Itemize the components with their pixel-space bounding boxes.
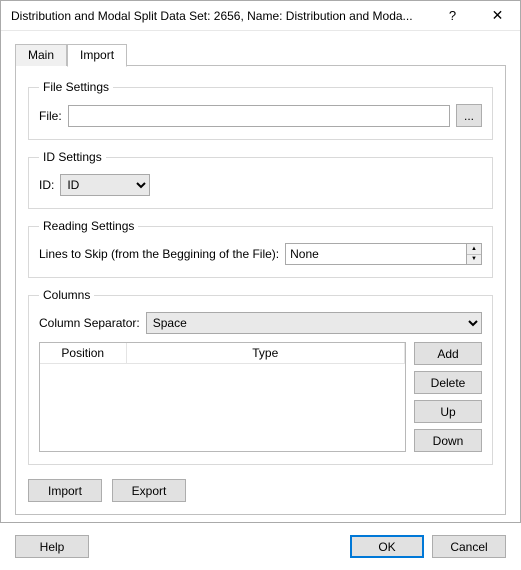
close-icon[interactable]: ✕ xyxy=(475,1,520,30)
group-reading-settings: Reading Settings Lines to Skip (from the… xyxy=(28,219,493,278)
tab-main[interactable]: Main xyxy=(15,44,67,66)
tab-panel-import: File Settings File: ... ID Settings ID: … xyxy=(15,66,506,515)
down-button[interactable]: Down xyxy=(414,429,482,452)
cancel-button[interactable]: Cancel xyxy=(432,535,506,558)
legend-reading-settings: Reading Settings xyxy=(39,219,138,233)
ok-button[interactable]: OK xyxy=(350,535,424,558)
add-button[interactable]: Add xyxy=(414,342,482,365)
group-id-settings: ID Settings ID: ID xyxy=(28,150,493,209)
content-area: Main Import File Settings File: ... ID S… xyxy=(1,31,520,525)
dialog-window: Distribution and Modal Split Data Set: 2… xyxy=(0,0,521,523)
titlebar: Distribution and Modal Split Data Set: 2… xyxy=(1,1,520,31)
group-file-settings: File Settings File: ... xyxy=(28,80,493,140)
column-separator-label: Column Separator: xyxy=(39,316,140,330)
column-separator-select[interactable]: Space xyxy=(146,312,482,334)
columns-table[interactable]: Position Type xyxy=(39,342,406,452)
legend-columns: Columns xyxy=(39,288,94,302)
import-button[interactable]: Import xyxy=(28,479,102,502)
dialog-footer: Help OK Cancel xyxy=(1,525,520,570)
col-header-position[interactable]: Position xyxy=(40,343,126,364)
window-title: Distribution and Modal Split Data Set: 2… xyxy=(11,9,430,23)
browse-button[interactable]: ... xyxy=(456,104,482,127)
lines-to-skip-input[interactable] xyxy=(285,243,466,265)
id-label: ID: xyxy=(39,178,54,192)
group-columns: Columns Column Separator: Space Position xyxy=(28,288,493,465)
tab-import[interactable]: Import xyxy=(67,44,127,67)
help-button[interactable]: Help xyxy=(15,535,89,558)
up-button[interactable]: Up xyxy=(414,400,482,423)
file-input[interactable] xyxy=(68,105,450,127)
export-button[interactable]: Export xyxy=(112,479,186,502)
spinner-up-icon[interactable]: ▲ xyxy=(467,244,481,255)
tabs-bar: Main Import xyxy=(15,43,506,66)
id-select[interactable]: ID xyxy=(60,174,150,196)
legend-file-settings: File Settings xyxy=(39,80,113,94)
column-action-buttons: Add Delete Up Down xyxy=(414,342,482,452)
col-header-type[interactable]: Type xyxy=(126,343,405,364)
delete-button[interactable]: Delete xyxy=(414,371,482,394)
legend-id-settings: ID Settings xyxy=(39,150,106,164)
lines-to-skip-label: Lines to Skip (from the Beggining of the… xyxy=(39,247,279,261)
file-label: File: xyxy=(39,109,62,123)
spinner-buttons[interactable]: ▲ ▼ xyxy=(466,243,482,265)
lines-to-skip-spinner[interactable]: ▲ ▼ xyxy=(285,243,482,265)
spinner-down-icon[interactable]: ▼ xyxy=(467,255,481,265)
help-icon[interactable]: ? xyxy=(430,1,475,30)
